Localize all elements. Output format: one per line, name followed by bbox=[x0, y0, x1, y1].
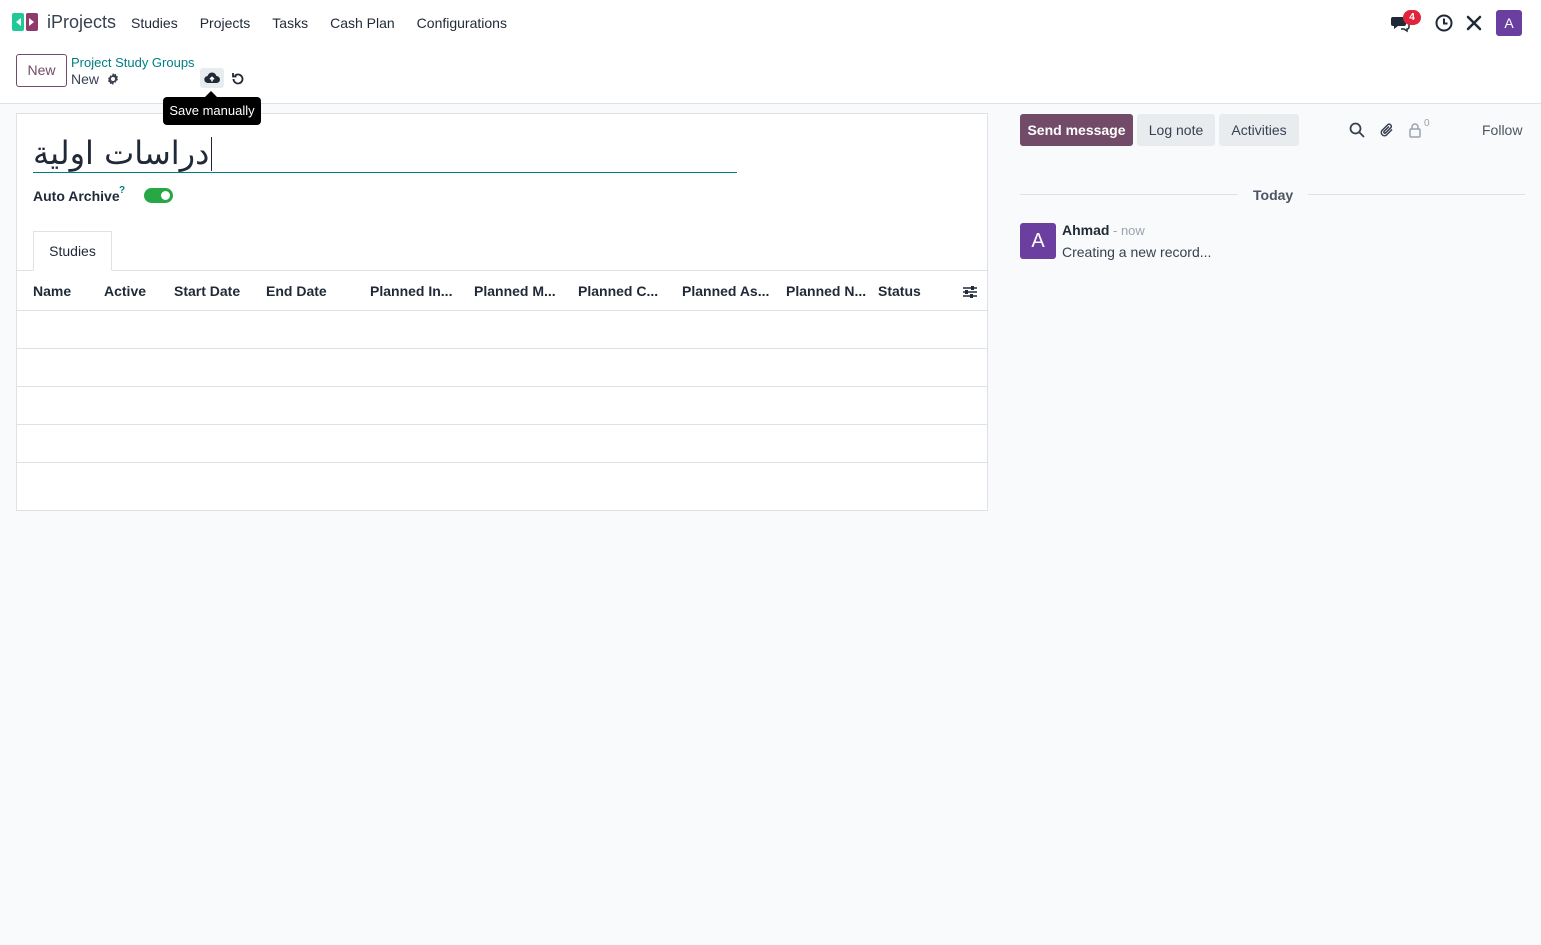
log-note-button[interactable]: Log note bbox=[1137, 114, 1215, 146]
menu-item-configurations[interactable]: Configurations bbox=[406, 15, 518, 31]
lock-followers-icon[interactable] bbox=[1407, 122, 1423, 138]
column-start-date[interactable]: Start Date bbox=[174, 283, 240, 299]
auto-archive-toggle[interactable] bbox=[144, 188, 173, 203]
new-button[interactable]: New bbox=[16, 54, 67, 87]
app-logo-icon[interactable] bbox=[12, 11, 40, 33]
breadcrumb-project-study-groups[interactable]: Project Study Groups bbox=[71, 55, 195, 70]
tab-studies[interactable]: Studies bbox=[33, 231, 112, 271]
column-planned-n[interactable]: Planned N... bbox=[786, 283, 866, 299]
breadcrumb-current-record: New bbox=[71, 71, 100, 87]
follow-button[interactable]: Follow bbox=[1482, 122, 1522, 138]
column-status[interactable]: Status bbox=[878, 283, 921, 299]
clock-icon[interactable] bbox=[1434, 13, 1454, 33]
column-end-date[interactable]: End Date bbox=[266, 283, 327, 299]
title-input-underline bbox=[33, 172, 737, 173]
form-sheet: دراسات اولية Auto Archive ? Studies Name… bbox=[16, 113, 988, 511]
send-message-button[interactable]: Send message bbox=[1020, 114, 1133, 146]
date-separator-label: Today bbox=[1253, 187, 1294, 203]
paperclip-icon[interactable] bbox=[1379, 122, 1395, 138]
control-panel: New Project Study Groups New bbox=[0, 46, 1541, 104]
help-tooltip-icon[interactable]: ? bbox=[119, 185, 125, 196]
main-menu: Studies Projects Tasks Cash Plan Configu… bbox=[120, 0, 518, 46]
optional-columns-icon[interactable] bbox=[962, 284, 978, 300]
date-separator-line bbox=[1308, 194, 1525, 195]
table-row-empty bbox=[17, 425, 987, 463]
message-body: Creating a new record... bbox=[1062, 244, 1212, 260]
column-planned-in[interactable]: Planned In... bbox=[370, 283, 452, 299]
menu-item-tasks[interactable]: Tasks bbox=[261, 15, 319, 31]
menu-item-studies[interactable]: Studies bbox=[120, 15, 189, 31]
auto-archive-label: Auto Archive bbox=[33, 188, 120, 204]
activities-button[interactable]: Activities bbox=[1219, 114, 1299, 146]
top-navbar: iProjects Studies Projects Tasks Cash Pl… bbox=[0, 0, 1541, 46]
menu-item-cash-plan[interactable]: Cash Plan bbox=[319, 15, 406, 31]
gear-icon[interactable] bbox=[106, 72, 120, 86]
column-name[interactable]: Name bbox=[33, 283, 71, 299]
column-planned-c[interactable]: Planned C... bbox=[578, 283, 658, 299]
table-row-empty bbox=[17, 349, 987, 387]
table-row-empty bbox=[17, 387, 987, 425]
column-planned-as[interactable]: Planned As... bbox=[682, 283, 769, 299]
cloud-upload-icon bbox=[204, 72, 220, 84]
text-caret bbox=[211, 137, 212, 171]
discard-changes-icon[interactable] bbox=[230, 71, 246, 87]
messages-count-badge: 4 bbox=[1403, 10, 1421, 25]
message-time: - now bbox=[1113, 223, 1145, 238]
title-input[interactable]: دراسات اولية bbox=[33, 132, 209, 174]
user-avatar[interactable]: A bbox=[1496, 10, 1522, 36]
column-planned-m[interactable]: Planned M... bbox=[474, 283, 556, 299]
save-manually-button[interactable] bbox=[200, 68, 224, 88]
column-active[interactable]: Active bbox=[104, 283, 146, 299]
date-separator-line bbox=[1020, 194, 1238, 195]
message-author[interactable]: Ahmad bbox=[1062, 222, 1109, 238]
studies-table-header: Name Active Start Date End Date Planned … bbox=[17, 271, 987, 311]
menu-item-projects[interactable]: Projects bbox=[189, 15, 262, 31]
tools-icon[interactable] bbox=[1464, 13, 1484, 33]
search-icon[interactable] bbox=[1349, 122, 1365, 138]
app-name[interactable]: iProjects bbox=[47, 12, 116, 33]
save-manually-tooltip: Save manually bbox=[163, 97, 261, 125]
followers-count: 0 bbox=[1424, 118, 1430, 129]
toggle-knob bbox=[161, 191, 170, 200]
table-row-empty bbox=[17, 311, 987, 349]
message-author-avatar[interactable]: A bbox=[1020, 223, 1056, 259]
